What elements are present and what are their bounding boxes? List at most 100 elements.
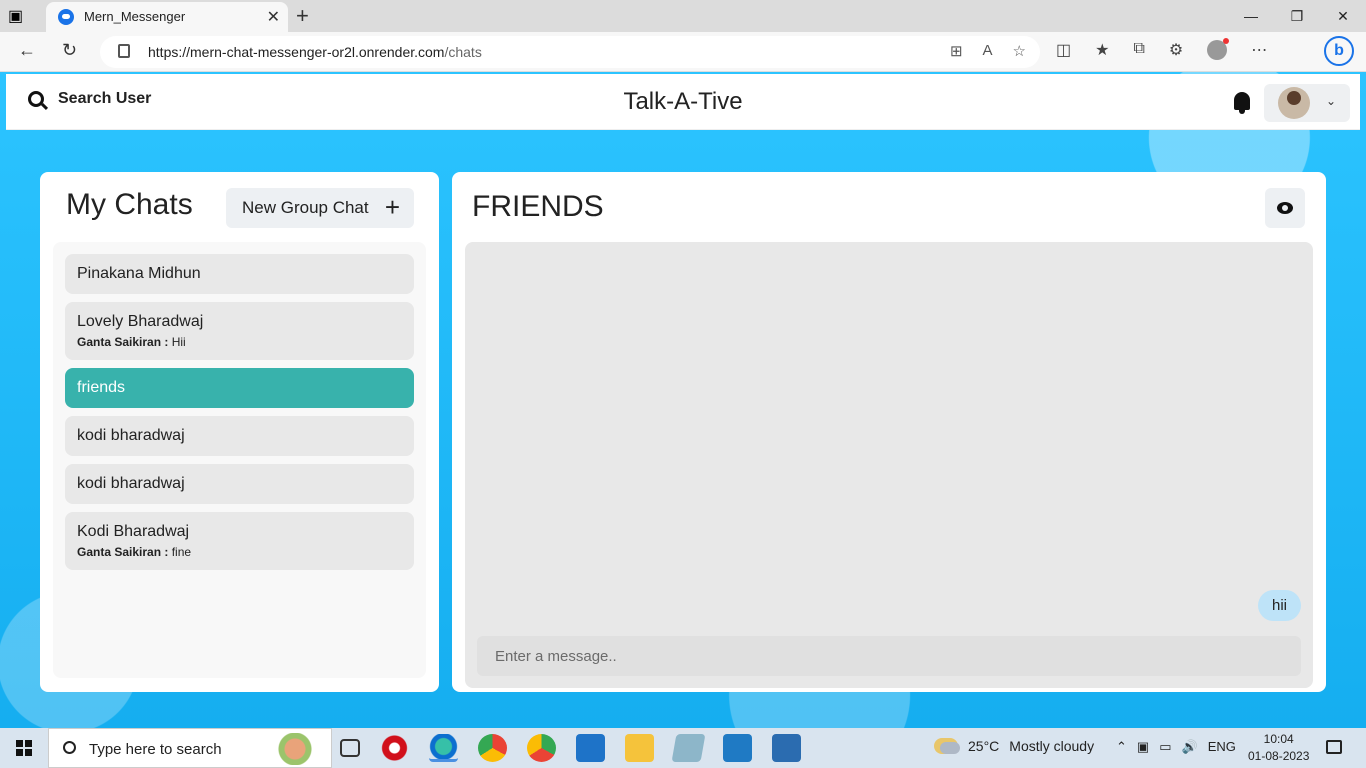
minimize-button[interactable]: — <box>1228 0 1274 32</box>
chat-list-item[interactable]: Kodi Bharadwaj Ganta Saikiran : fine <box>65 512 414 570</box>
back-arrow-icon[interactable]: ← <box>18 40 36 61</box>
weather-desc: Mostly cloudy <box>1009 738 1095 754</box>
chat-item-name: kodi bharadwaj <box>77 475 185 492</box>
bell-icon[interactable] <box>1234 92 1250 114</box>
message-input[interactable] <box>477 636 1301 676</box>
clock-time: 10:04 <box>1263 732 1294 746</box>
chat-item-name: Lovely Bharadwaj <box>77 313 204 330</box>
view-group-button[interactable] <box>1265 188 1305 228</box>
restore-button[interactable]: ❐ <box>1274 0 1320 32</box>
split-screen-icon[interactable]: ◫ <box>1056 40 1071 60</box>
chat-list-item[interactable]: Lovely Bharadwaj Ganta Saikiran : Hii <box>65 302 414 360</box>
profile-menu-button[interactable]: ⌄ <box>1264 84 1350 122</box>
app-available-icon[interactable]: ⊞ <box>950 42 963 60</box>
search-highlight-image <box>263 733 327 765</box>
battery-icon[interactable]: ▭ <box>1159 739 1171 755</box>
task-view-icon[interactable] <box>340 739 360 757</box>
latest-text: fine <box>171 545 192 559</box>
chat-item-name: friends <box>77 379 126 396</box>
taskbar-search-box[interactable]: Type here to search <box>48 728 332 768</box>
my-chats-title: My Chats <box>66 188 193 221</box>
app-background: Search User Talk-A-Tive ⌄ My Chats New G… <box>0 72 1366 728</box>
clock[interactable]: 10:04 01-08-2023 <box>1248 731 1309 765</box>
chat-list-item[interactable]: kodi bharadwaj <box>65 416 414 456</box>
more-menu-icon[interactable]: ⋯ <box>1251 40 1267 60</box>
latest-sender: Ganta Saikiran : <box>77 545 169 559</box>
opera-icon[interactable] <box>380 734 409 762</box>
address-bar: ← ↻ https://mern-chat-messenger-or2l.onr… <box>0 32 1366 72</box>
chrome-profile-icon[interactable] <box>527 734 556 762</box>
url-host: https://mern-chat-messenger-or2l.onrende… <box>148 44 445 60</box>
refresh-icon[interactable]: ↻ <box>62 40 77 61</box>
latest-text: Hii <box>171 335 186 349</box>
chevron-up-icon[interactable]: ⌃ <box>1116 739 1127 755</box>
chat-list-item-selected[interactable]: friends <box>65 368 414 408</box>
lock-icon[interactable] <box>118 44 130 58</box>
mail-icon[interactable] <box>576 734 605 762</box>
system-tray: ⌃ ▣ ▭ 🔊 ENG <box>1116 739 1236 755</box>
latest-sender: Ganta Saikiran : <box>77 335 169 349</box>
favorite-star-icon[interactable]: ☆ <box>1013 42 1026 60</box>
vscode-icon[interactable] <box>723 734 752 762</box>
volume-icon[interactable]: 🔊 <box>1182 739 1198 755</box>
chat-box-panel: FRIENDS hii <box>452 172 1326 692</box>
chat-item-latest-message: Ganta Saikiran : Hii <box>77 335 402 349</box>
bing-copilot-icon[interactable]: b <box>1324 36 1354 66</box>
app-title: Talk-A-Tive <box>623 88 743 115</box>
weather-temp: 25°C <box>968 738 1000 754</box>
tab-close-button[interactable]: ✕ <box>267 7 280 27</box>
new-group-chat-button[interactable]: New Group Chat + <box>226 188 414 228</box>
chat-list: Pinakana Midhun Lovely Bharadwaj Ganta S… <box>53 242 426 678</box>
eye-icon <box>1277 202 1293 214</box>
clock-date: 01-08-2023 <box>1248 749 1310 763</box>
notification-center-icon[interactable] <box>1326 740 1342 754</box>
browser-profile-icon[interactable] <box>1207 38 1230 60</box>
taskbar: Type here to search 25°C Mostly cloudy ⌃… <box>0 728 1366 768</box>
file-explorer-icon[interactable] <box>625 734 654 762</box>
url-actions: ⊞ A ☆ <box>950 42 1026 60</box>
new-group-chat-label: New Group Chat <box>242 198 369 217</box>
weather-widget[interactable]: 25°C Mostly cloudy <box>934 738 1094 754</box>
chrome-icon[interactable] <box>478 734 507 762</box>
chevron-down-icon: ⌄ <box>1326 94 1337 108</box>
browser-tab[interactable]: Mern_Messenger ✕ <box>46 2 288 32</box>
new-tab-button[interactable]: + <box>296 3 309 29</box>
language-indicator[interactable]: ENG <box>1208 739 1236 755</box>
windows-start-icon[interactable] <box>16 740 32 756</box>
extensions-icon[interactable]: ⚙ <box>1169 40 1183 60</box>
chat-item-name: Kodi Bharadwaj <box>77 523 190 540</box>
read-aloud-icon[interactable]: A <box>983 42 993 60</box>
chat-item-latest-message: Ganta Saikiran : fine <box>77 545 402 559</box>
window-controls: — ❐ ✕ <box>1228 0 1366 32</box>
browser-toolbar: ◫ ★ ⧉ ⚙ ⋯ <box>1056 38 1267 60</box>
chat-name-title: FRIENDS <box>472 190 604 223</box>
plus-icon: + <box>384 192 400 222</box>
edge-icon[interactable] <box>429 734 458 762</box>
chat-list-item[interactable]: kodi bharadwaj <box>65 464 414 504</box>
my-chats-panel: My Chats New Group Chat + Pinakana Midhu… <box>40 172 439 692</box>
chat-item-name: Pinakana Midhun <box>77 265 201 282</box>
messages-area: hii <box>465 242 1313 688</box>
chat-list-item[interactable]: Pinakana Midhun <box>65 254 414 294</box>
avatar <box>1278 87 1310 119</box>
taskbar-search-placeholder: Type here to search <box>89 741 222 758</box>
notes-app-icon[interactable] <box>671 734 706 762</box>
url-text: https://mern-chat-messenger-or2l.onrende… <box>148 44 482 60</box>
url-field[interactable]: https://mern-chat-messenger-or2l.onrende… <box>100 36 1040 68</box>
tab-actions-icon[interactable]: ▣ <box>8 6 38 26</box>
photos-icon[interactable] <box>772 734 801 762</box>
favorites-icon[interactable]: ★ <box>1095 40 1109 60</box>
url-path: /chats <box>444 44 482 60</box>
message-bubble: hii <box>1257 590 1301 621</box>
messenger-favicon-icon <box>58 9 74 25</box>
search-icon <box>63 741 76 754</box>
meet-now-icon[interactable]: ▣ <box>1137 739 1149 755</box>
browser-tab-bar: ▣ Mern_Messenger ✕ + — ❐ ✕ <box>0 0 1366 32</box>
chat-item-name: kodi bharadwaj <box>77 427 185 444</box>
taskbar-apps <box>340 734 801 762</box>
app-header: Search User Talk-A-Tive ⌄ <box>6 74 1360 130</box>
cloudy-weather-icon <box>934 738 960 754</box>
close-window-button[interactable]: ✕ <box>1320 0 1366 32</box>
tab-title: Mern_Messenger <box>84 9 186 24</box>
collections-icon[interactable]: ⧉ <box>1133 40 1144 60</box>
